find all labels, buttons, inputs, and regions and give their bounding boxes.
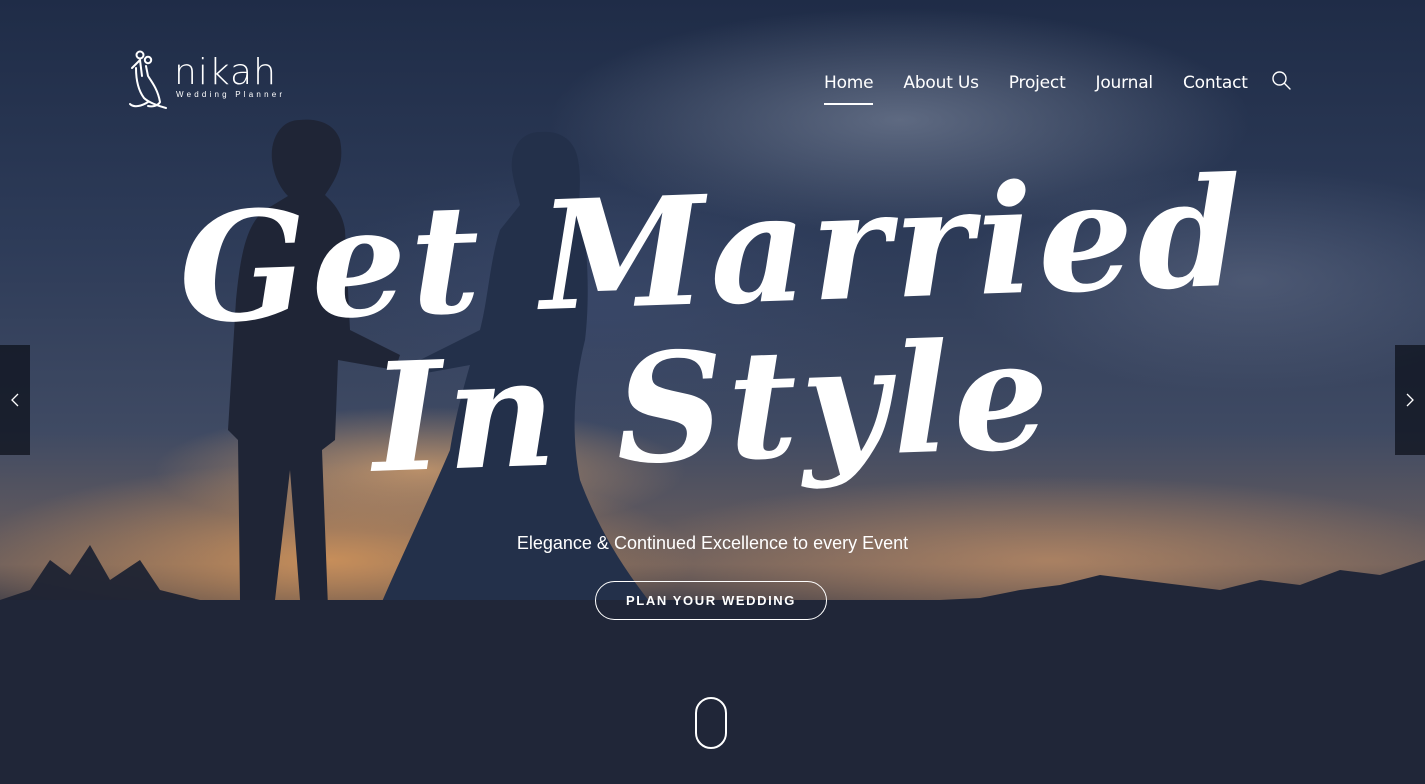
nav-item-journal[interactable]: Journal [1096,72,1154,94]
ground-shadow [0,600,1425,784]
chevron-right-icon [1406,393,1414,407]
nav-item-home[interactable]: Home [824,72,874,105]
search-icon [1272,71,1291,90]
chevron-left-icon [11,393,19,407]
hero-headline: Get Married In Style [0,145,1425,507]
nav-item-project[interactable]: Project [1009,72,1066,94]
nav-item-about-us[interactable]: About Us [903,72,979,94]
slider-prev-button[interactable] [0,345,30,455]
brand-tagline: Wedding Planner [176,90,286,99]
search-button[interactable] [1271,70,1293,92]
hero-subtitle: Elegance & Continued Excellence to every… [516,533,909,553]
main-nav: Home About Us Project Journal Contact [824,72,1278,105]
slider-next-button[interactable] [1395,345,1425,455]
brand-logo[interactable]: nikah Wedding Planner [128,50,285,110]
brand-name: nikah [174,52,277,93]
nav-item-contact[interactable]: Contact [1183,72,1248,94]
plan-your-wedding-button[interactable]: PLAN YOUR WEDDING [595,581,827,620]
couple-outline-icon [129,50,167,109]
mouse-scroll-icon[interactable] [695,697,727,749]
